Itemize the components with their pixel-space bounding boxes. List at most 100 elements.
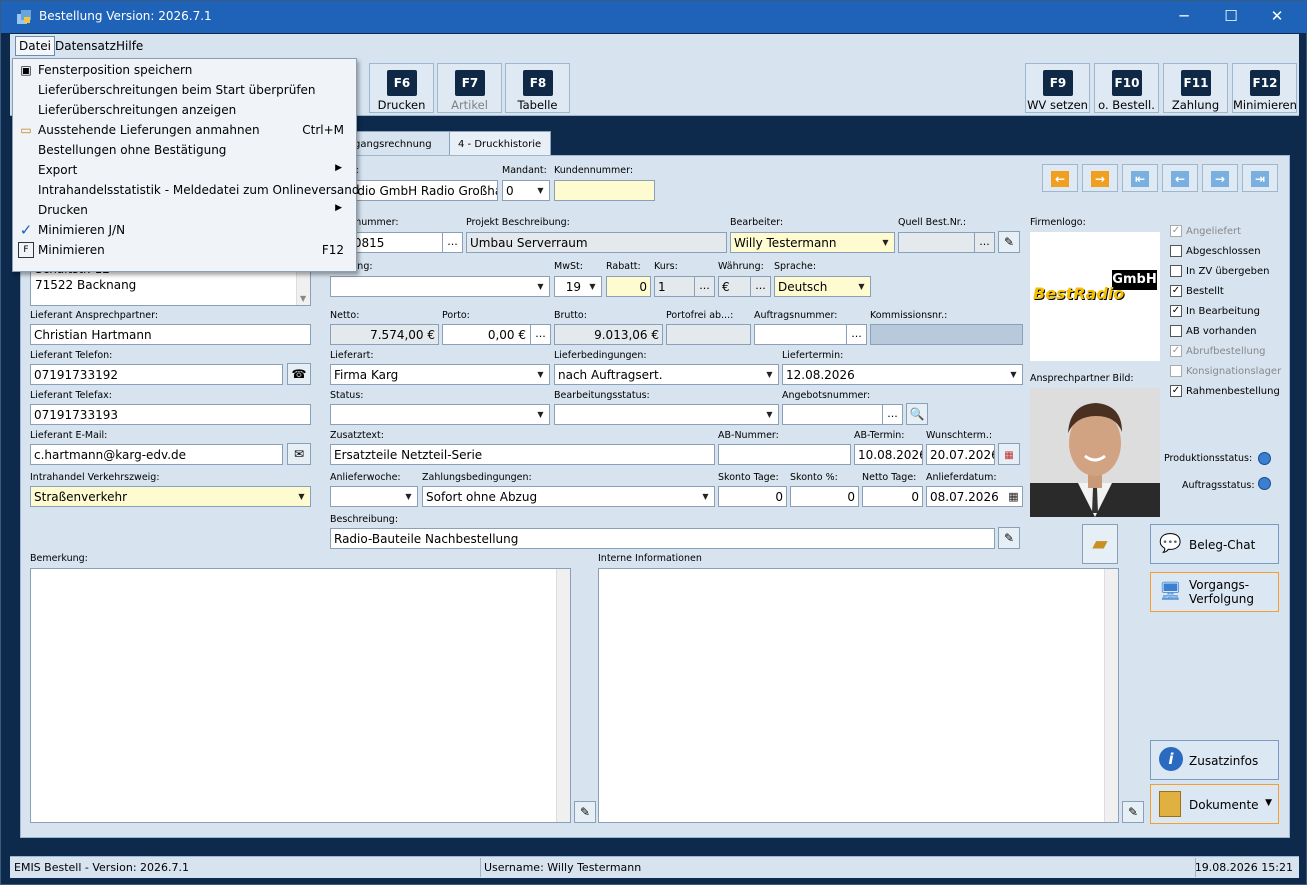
sprache-select[interactable]: Deutsch ▼ xyxy=(774,276,871,297)
interne-edit-button[interactable]: ✎ xyxy=(1122,801,1144,823)
zusatztext-field[interactable]: Ersatzteile Netzteil-Serie xyxy=(330,444,715,465)
mandant-select[interactable]: 0 ▼ xyxy=(502,180,550,201)
mandant-name-field[interactable]: adio GmbH Radio Großha xyxy=(346,180,498,201)
lung-select[interactable]: ▼ xyxy=(330,276,550,297)
projekt-beschreibung-field[interactable]: Umbau Serverraum xyxy=(466,232,727,253)
status-select[interactable]: ▼ xyxy=(330,404,550,425)
lieferart-select[interactable]: Firma Karg ▼ xyxy=(330,364,550,385)
beschreibung-field[interactable]: Radio-Bauteile Nachbestellung xyxy=(330,528,995,549)
nav-new-button[interactable]: ← xyxy=(1042,164,1078,192)
zahlungsbedingungen-select[interactable]: Sofort ohne Abzug ▼ xyxy=(422,486,715,507)
tab-vorgangsrechnung[interactable]: gangsrechnung xyxy=(345,131,457,155)
mwst-select[interactable]: 19 ▼ xyxy=(554,276,602,297)
vorgangsverfolgung-button[interactable]: 🖥 Vorgangs- Verfolgung xyxy=(1150,572,1279,612)
f10-ohne-bestell-button[interactable]: F10 o. Bestell. xyxy=(1094,63,1159,113)
skonto-pct-field[interactable]: 0 xyxy=(790,486,859,507)
email-field[interactable]: c.hartmann@karg-edv.de xyxy=(30,444,283,465)
menu-item-lieferueberschreitung-pruefen[interactable]: Lieferüberschreitungen beim Start überpr… xyxy=(13,80,356,100)
anlieferdatum-field[interactable]: 08.07.2026 ▦ xyxy=(926,486,1023,507)
interne-field[interactable] xyxy=(598,568,1119,823)
menu-item-anmahnen[interactable]: ▭ Ausstehende Lieferungen anmahnen Ctrl+M xyxy=(13,120,356,140)
email-send-button[interactable]: ✉ xyxy=(287,443,311,465)
telefax-field[interactable]: 07191733193 xyxy=(30,404,311,425)
quell-field[interactable]: ... xyxy=(898,232,995,253)
scrollbar[interactable] xyxy=(1104,569,1118,822)
portofrei-field[interactable] xyxy=(666,324,751,345)
contact-folder-button[interactable]: ▰ xyxy=(1082,524,1118,564)
ellipsis-button[interactable]: ... xyxy=(442,233,462,252)
lieferbedingungen-select[interactable]: nach Auftragsert. ▼ xyxy=(554,364,779,385)
f6-drucken-button[interactable]: F6 Drucken xyxy=(369,63,434,113)
angebot-search-button[interactable]: 🔍 xyxy=(906,403,928,425)
maximize-button[interactable]: ☐ xyxy=(1208,1,1254,33)
dokumente-button[interactable]: Dokumente ▼ xyxy=(1150,784,1279,824)
rabatt-field[interactable]: 0 xyxy=(606,276,651,297)
menu-datensatz[interactable]: Datensatz xyxy=(55,39,116,53)
minimize-button[interactable]: ─ xyxy=(1161,1,1207,33)
skonto-tage-field[interactable]: 0 xyxy=(718,486,787,507)
beleg-chat-button[interactable]: 💬 Beleg-Chat xyxy=(1150,524,1279,564)
quell-edit-button[interactable]: ✎ xyxy=(998,231,1020,253)
telefon-dial-button[interactable]: ☎ xyxy=(287,363,311,385)
nav-last-button[interactable]: ⇥ xyxy=(1242,164,1278,192)
ab-termin-field[interactable]: 10.08.2026 xyxy=(854,444,923,465)
menu-item-ohne-bestaetigung[interactable]: Bestellungen ohne Bestätigung xyxy=(13,140,356,160)
menu-hilfe[interactable]: Hilfe xyxy=(116,39,143,53)
ellipsis-button[interactable]: ... xyxy=(846,325,866,344)
menu-item-export[interactable]: Export ▶ xyxy=(13,160,356,180)
nav-next-button[interactable]: → xyxy=(1202,164,1238,192)
bemerkung-field[interactable] xyxy=(30,568,571,823)
f12-minimieren-button[interactable]: F12 Minimieren xyxy=(1232,63,1297,113)
nav-prev-button[interactable]: ← xyxy=(1162,164,1198,192)
checkbox-abgeschlossen[interactable]: Abgeschlossen xyxy=(1170,245,1261,257)
menu-item-minimieren-jn[interactable]: ✓ Minimieren J/N xyxy=(13,220,356,240)
ansprechpartner-field[interactable]: Christian Hartmann xyxy=(30,324,311,345)
menu-item-drucken[interactable]: Drucken ▶ xyxy=(13,200,356,220)
calendar-icon[interactable]: ▦ xyxy=(1005,487,1022,506)
chevron-down-icon[interactable]: ▼ xyxy=(1265,798,1272,808)
wunschterm-field[interactable]: 20.07.2026 xyxy=(926,444,995,465)
verkehrszweig-select[interactable]: Straßenverkehr ▼ xyxy=(30,486,311,507)
bemerkung-edit-button[interactable]: ✎ xyxy=(574,801,596,823)
auftragsnummer-field[interactable]: ... xyxy=(754,324,867,345)
checkbox-bestellt[interactable]: ✓ Bestellt xyxy=(1170,285,1224,297)
liefertermin-select[interactable]: 12.08.2026 ▼ xyxy=(782,364,1023,385)
nav-first-button[interactable]: ⇤ xyxy=(1122,164,1158,192)
f9-wv-setzen-button[interactable]: F9 WV setzen xyxy=(1025,63,1090,113)
bearbeiter-select[interactable]: Willy Testermann ▼ xyxy=(730,232,895,253)
menu-datei[interactable]: Datei xyxy=(15,36,56,56)
beschreibung-edit-button[interactable]: ✎ xyxy=(998,527,1020,549)
menu-item-lieferueberschreitung-anzeigen[interactable]: Lieferüberschreitungen anzeigen xyxy=(13,100,356,120)
ellipsis-button[interactable]: ... xyxy=(694,277,714,296)
ellipsis-button[interactable]: ... xyxy=(974,233,994,252)
ellipsis-button[interactable]: ... xyxy=(530,325,550,344)
waehrung-field[interactable]: €... xyxy=(718,276,771,297)
kurs-field[interactable]: 1... xyxy=(654,276,715,297)
checkbox-ab-vorhanden[interactable]: AB vorhanden xyxy=(1170,325,1257,337)
checkbox-rahmenbestellung[interactable]: ✓ Rahmenbestellung xyxy=(1170,385,1280,397)
netto-tage-field[interactable]: 0 xyxy=(862,486,923,507)
scrollbar[interactable] xyxy=(556,569,570,822)
ab-nummer-field[interactable] xyxy=(718,444,851,465)
nav-copy-button[interactable]: → xyxy=(1082,164,1118,192)
zusatzinfos-button[interactable]: i Zusatzinfos xyxy=(1150,740,1279,780)
close-button[interactable]: ✕ xyxy=(1254,1,1300,33)
angebotsnummer-field[interactable]: ... xyxy=(782,404,903,425)
menu-item-minimieren[interactable]: F Minimieren F12 xyxy=(13,240,356,260)
f11-zahlung-button[interactable]: F11 Zahlung xyxy=(1163,63,1228,113)
menu-item-intrahandelsstatistik[interactable]: Intrahandelsstatistik - Meldedatei zum O… xyxy=(13,180,359,200)
ellipsis-button[interactable]: ... xyxy=(882,405,902,424)
porto-field[interactable]: 0,00 €... xyxy=(442,324,551,345)
f7-artikel-button[interactable]: F7 Artikel xyxy=(437,63,502,113)
ellipsis-button[interactable]: ... xyxy=(750,277,770,296)
tab-druckhistorie[interactable]: 4 - Druckhistorie xyxy=(449,131,551,155)
checkbox-angeliefert[interactable]: ✓ Angeliefert xyxy=(1170,225,1241,237)
checkbox-zv-uebergeben[interactable]: In ZV übergeben xyxy=(1170,265,1269,277)
kommissionsnr-field[interactable] xyxy=(870,324,1023,345)
menu-item-fensterposition[interactable]: ▣ Fensterposition speichern xyxy=(13,60,356,80)
checkbox-konsignationslager[interactable]: Konsignationslager xyxy=(1170,365,1281,377)
kundennummer-field[interactable] xyxy=(554,180,655,201)
f8-tabelle-button[interactable]: F8 Tabelle xyxy=(505,63,570,113)
checkbox-abrufbestellung[interactable]: ✓ Abrufbestellung xyxy=(1170,345,1266,357)
telefon-field[interactable]: 07191733192 xyxy=(30,364,283,385)
